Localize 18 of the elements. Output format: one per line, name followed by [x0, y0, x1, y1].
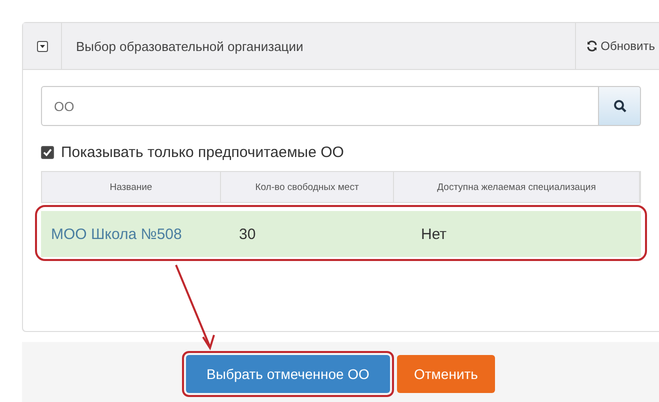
dropdown-icon — [36, 40, 48, 52]
search-icon — [612, 99, 626, 113]
checkbox[interactable] — [41, 146, 54, 159]
table-row[interactable]: МОО Школа №508 30 Нет — [41, 211, 641, 257]
column-header: Кол-во свободных мест — [221, 172, 394, 202]
refresh-icon — [586, 40, 598, 52]
refresh-button[interactable]: Обновить — [574, 23, 659, 69]
table-cell-text: Нет — [420, 224, 448, 244]
column-header: Название — [42, 172, 221, 202]
table-cell[interactable]: МОО Школа №508 — [41, 211, 229, 257]
column-header: Доступна желаемая специализация — [394, 172, 640, 202]
search-field[interactable]: ОО — [41, 86, 599, 126]
action-button[interactable]: Выбрать отмеченное ОО — [186, 355, 390, 393]
search-button[interactable] — [599, 86, 641, 126]
table-cell-text: 30 — [238, 224, 257, 244]
panel-title: Выбор образовательной организации — [75, 38, 304, 54]
checkbox-label: Показывать только предпочитаемые ОО — [61, 144, 344, 161]
action-button[interactable]: Отменить — [397, 355, 495, 393]
